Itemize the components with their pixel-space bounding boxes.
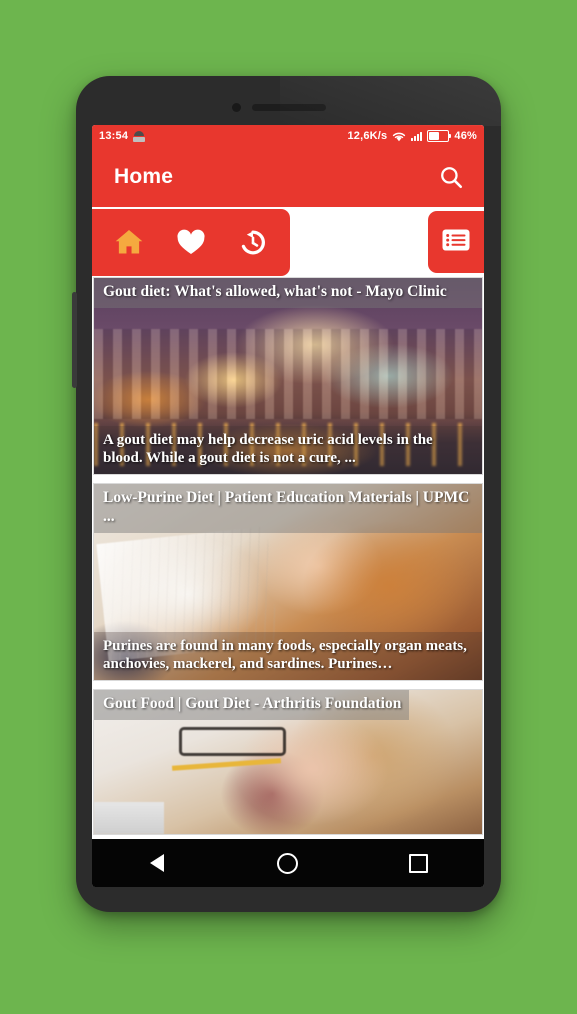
result-card[interactable]: Gout Food | Gout Diet - Arthritis Founda…: [93, 689, 483, 835]
status-time: 13:54: [99, 130, 129, 142]
card-title: Gout Food | Gout Diet - Arthritis Founda…: [94, 690, 410, 720]
list-menu-button[interactable]: [428, 211, 484, 273]
nav-recents-button[interactable]: [389, 843, 449, 883]
list-icon: [441, 227, 471, 258]
nav-home-button[interactable]: [258, 843, 318, 883]
results-list: Gout diet: What's allowed, what's not - …: [92, 277, 484, 835]
tab-group: [92, 208, 290, 276]
app-bar: Home: [92, 147, 484, 207]
android-robot-icon: [133, 130, 146, 142]
card-description: Purines are found in many foods, especia…: [94, 631, 482, 680]
tab-toolbar: [92, 207, 484, 277]
history-icon: [237, 227, 269, 258]
menu-wrapper: [428, 211, 484, 273]
card-description: A gout diet may help decrease uric acid …: [94, 425, 482, 474]
home-icon: [112, 226, 146, 258]
heart-icon: [174, 226, 208, 258]
battery-icon: [427, 130, 452, 142]
phone-screen: 13:54 12,6K/s 46% Home Gout diet: What's…: [92, 125, 484, 887]
tab-home[interactable]: [103, 216, 155, 268]
battery-level-label: 46%: [454, 130, 477, 142]
wifi-icon: [392, 131, 406, 142]
signal-bars-icon: [411, 131, 423, 141]
result-card[interactable]: Gout diet: What's allowed, what's not - …: [93, 277, 483, 475]
status-bar: 13:54 12,6K/s 46%: [92, 125, 484, 147]
recents-square-icon: [409, 853, 429, 873]
nav-back-button[interactable]: [127, 843, 187, 883]
front-camera-icon: [231, 103, 241, 112]
phone-device-frame: 13:54 12,6K/s 46% Home Gout diet: What's…: [72, 76, 501, 912]
network-speed-label: 12,6K/s: [347, 130, 388, 142]
card-title: Gout diet: What's allowed, what's not - …: [94, 278, 482, 308]
card-title: Low-Purine Diet | Patient Education Mate…: [94, 484, 482, 533]
earpiece-speaker: [251, 104, 326, 111]
home-circle-icon: [277, 852, 299, 874]
volume-rocker-button[interactable]: [72, 292, 77, 388]
search-icon[interactable]: [438, 164, 464, 190]
android-nav-bar: [92, 839, 484, 887]
page-title: Home: [114, 165, 174, 188]
result-card[interactable]: Low-Purine Diet | Patient Education Mate…: [93, 483, 483, 681]
back-triangle-icon: [150, 854, 165, 872]
tab-favorites[interactable]: [165, 216, 217, 268]
tab-history[interactable]: [227, 216, 279, 268]
